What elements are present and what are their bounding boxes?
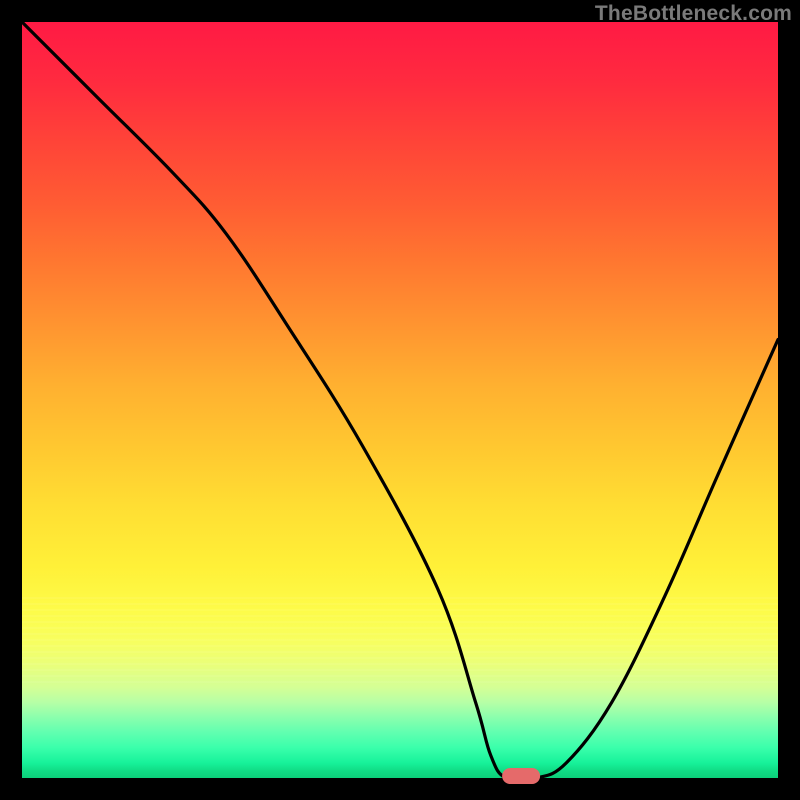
chart-frame: TheBottleneck.com	[0, 0, 800, 800]
optimal-marker	[502, 768, 540, 784]
plot-area	[22, 22, 778, 778]
bottleneck-curve	[22, 22, 778, 778]
